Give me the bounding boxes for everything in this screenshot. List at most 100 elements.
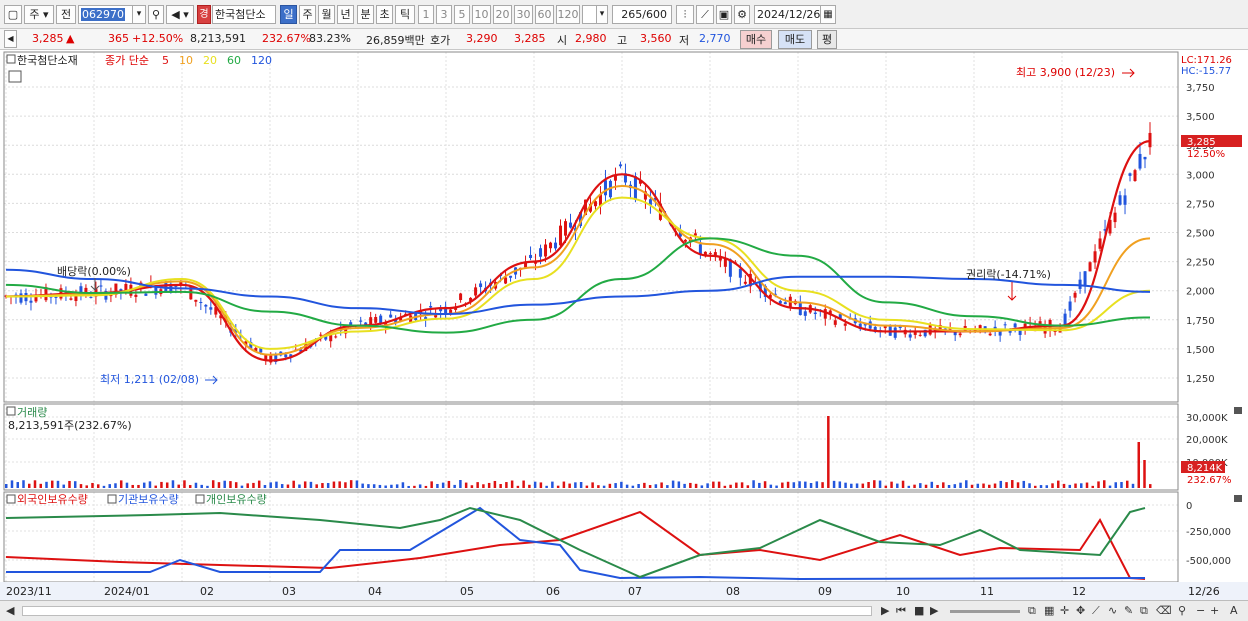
zoom-in-icon[interactable]: +	[1210, 604, 1219, 618]
interval-dropdown-icon[interactable]: ▾	[596, 5, 608, 24]
candle-body	[683, 239, 687, 242]
font-size-icon[interactable]: A	[1230, 604, 1238, 618]
volume-bar	[677, 481, 681, 488]
crosshair-icon[interactable]: ✛	[1060, 604, 1069, 618]
volume-bar	[597, 485, 600, 488]
ma-legend-item: 5	[162, 54, 169, 67]
period-tick[interactable]: 틱	[395, 5, 415, 24]
scrollbar-track[interactable]	[22, 606, 872, 616]
panel-menu-icon[interactable]	[6, 54, 16, 64]
x-axis-label: 04	[368, 585, 382, 598]
bottom-control-bar: ◀ ▶ ⏮ ■ ▶ ⧉ ▦ ✛ ✥ ⟋ ∿ ✎ ⧉ ⌫ ⚲ − + A	[0, 600, 1248, 621]
code-dropdown-icon[interactable]: ▾	[132, 5, 146, 24]
volume-bar	[183, 480, 186, 488]
play-icon[interactable]: ▶	[930, 604, 938, 618]
scroll-right-icon[interactable]: ▶	[881, 604, 889, 618]
volume-bar	[91, 482, 94, 488]
volume-bar	[637, 484, 640, 488]
draw-trend-icon[interactable]: ∿	[1108, 604, 1117, 618]
candle-body	[509, 275, 513, 278]
period-year[interactable]: 년	[337, 5, 354, 24]
count-field[interactable]: 265/600	[612, 5, 672, 24]
volume-bar	[252, 482, 255, 488]
interval-3[interactable]: 3	[436, 5, 452, 24]
candle-body	[833, 320, 837, 325]
interval-10[interactable]: 10	[472, 5, 491, 24]
volume-bar	[22, 480, 25, 488]
save-icon[interactable]: ▣	[716, 5, 732, 24]
rights-annotation: 권리락(-14.71%)	[966, 268, 1051, 281]
period-month[interactable]: 월	[318, 5, 335, 24]
zoom-out-icon[interactable]: −	[1196, 604, 1205, 618]
erase-icon[interactable]: ⌫	[1156, 604, 1172, 618]
interval-120[interactable]: 120	[556, 5, 580, 24]
stop-icon[interactable]: ■	[914, 604, 924, 618]
interval-1[interactable]: 1	[418, 5, 434, 24]
interval-20[interactable]: 20	[493, 5, 512, 24]
line-icon[interactable]: ⟋	[696, 5, 714, 24]
volume-menu-icon[interactable]	[6, 406, 16, 416]
copy-icon[interactable]: ⧉	[1140, 604, 1148, 618]
volume-bar	[1028, 483, 1031, 488]
ma-type-label: 종가 단순	[105, 54, 149, 67]
period-second[interactable]: 초	[376, 5, 393, 24]
volume-bar	[148, 481, 152, 488]
x-axis-band	[0, 582, 1248, 600]
candle-body	[1098, 238, 1102, 249]
volume-bar	[579, 482, 583, 488]
rewind-icon[interactable]: ⏮	[896, 604, 906, 618]
grid-icon[interactable]: ▦	[1044, 604, 1054, 618]
candle-icon[interactable]: ⫶	[676, 5, 694, 24]
volume-bar	[487, 482, 491, 488]
search-icon[interactable]: ⚲	[148, 5, 164, 24]
calendar-icon[interactable]: ▦	[820, 5, 836, 24]
quote-toggle-icon[interactable]: ◀	[4, 30, 17, 48]
interval-30[interactable]: 30	[514, 5, 533, 24]
interval-60[interactable]: 60	[535, 5, 554, 24]
volume-bar	[131, 484, 134, 488]
window-icon[interactable]: ▢	[4, 5, 22, 24]
candle-body	[1003, 324, 1007, 326]
volume-bar	[873, 480, 876, 488]
institution-holding-label: 기관보유수량	[118, 493, 179, 506]
volume-bar	[355, 480, 359, 488]
volume-bar	[45, 481, 48, 488]
period-minute[interactable]: 분	[357, 5, 374, 24]
draw-line-icon[interactable]: ⟋	[1092, 604, 1100, 618]
volume-bar	[614, 483, 617, 488]
change-amount: 365	[108, 32, 129, 45]
period-week[interactable]: 주	[299, 5, 316, 24]
avg-button[interactable]: 평	[817, 30, 837, 49]
layout-icon[interactable]: ⧉	[1028, 604, 1036, 618]
x-axis-label: 12	[1072, 585, 1086, 598]
individual-menu-icon[interactable]	[195, 494, 205, 504]
market-select[interactable]: 주 ▾	[24, 5, 54, 24]
interval-5[interactable]: 5	[454, 5, 470, 24]
holdings-close-icon[interactable]	[1234, 495, 1242, 502]
gear-icon[interactable]: ⚙	[734, 5, 750, 24]
move-icon[interactable]: ✥	[1076, 604, 1085, 618]
volume-bar	[861, 483, 865, 488]
quote-bar: ◀ 3,285 ▲ 365 +12.50% 8,213,591 232.67% …	[0, 29, 1248, 50]
ma-legend-item: 60	[227, 54, 241, 67]
ma-legend: 5 10 20 60 120	[162, 54, 272, 67]
sell-button[interactable]: 매도	[778, 30, 812, 49]
stock-name-field[interactable]: 한국첨단소	[212, 5, 276, 24]
zoom-icon[interactable]: ⚲	[1178, 604, 1186, 618]
holdings-menu-icon[interactable]	[6, 494, 16, 504]
volume-bar	[804, 481, 807, 488]
prev-button[interactable]: 전	[56, 5, 76, 24]
volume-close-icon[interactable]	[1234, 407, 1242, 414]
zoom-slider[interactable]	[950, 610, 1020, 613]
table-icon[interactable]	[8, 70, 22, 83]
candle-body	[1138, 153, 1142, 169]
institution-menu-icon[interactable]	[107, 494, 117, 504]
volume-bar	[976, 483, 980, 488]
buy-button[interactable]: 매수	[740, 30, 772, 49]
volume-bar	[1149, 484, 1152, 488]
scroll-left-icon[interactable]: ◀	[6, 604, 14, 618]
sound-icon[interactable]: ◀ ▾	[166, 5, 194, 24]
volume-bar	[1011, 480, 1014, 488]
period-day[interactable]: 일	[280, 5, 297, 24]
pen-icon[interactable]: ✎	[1124, 604, 1133, 618]
